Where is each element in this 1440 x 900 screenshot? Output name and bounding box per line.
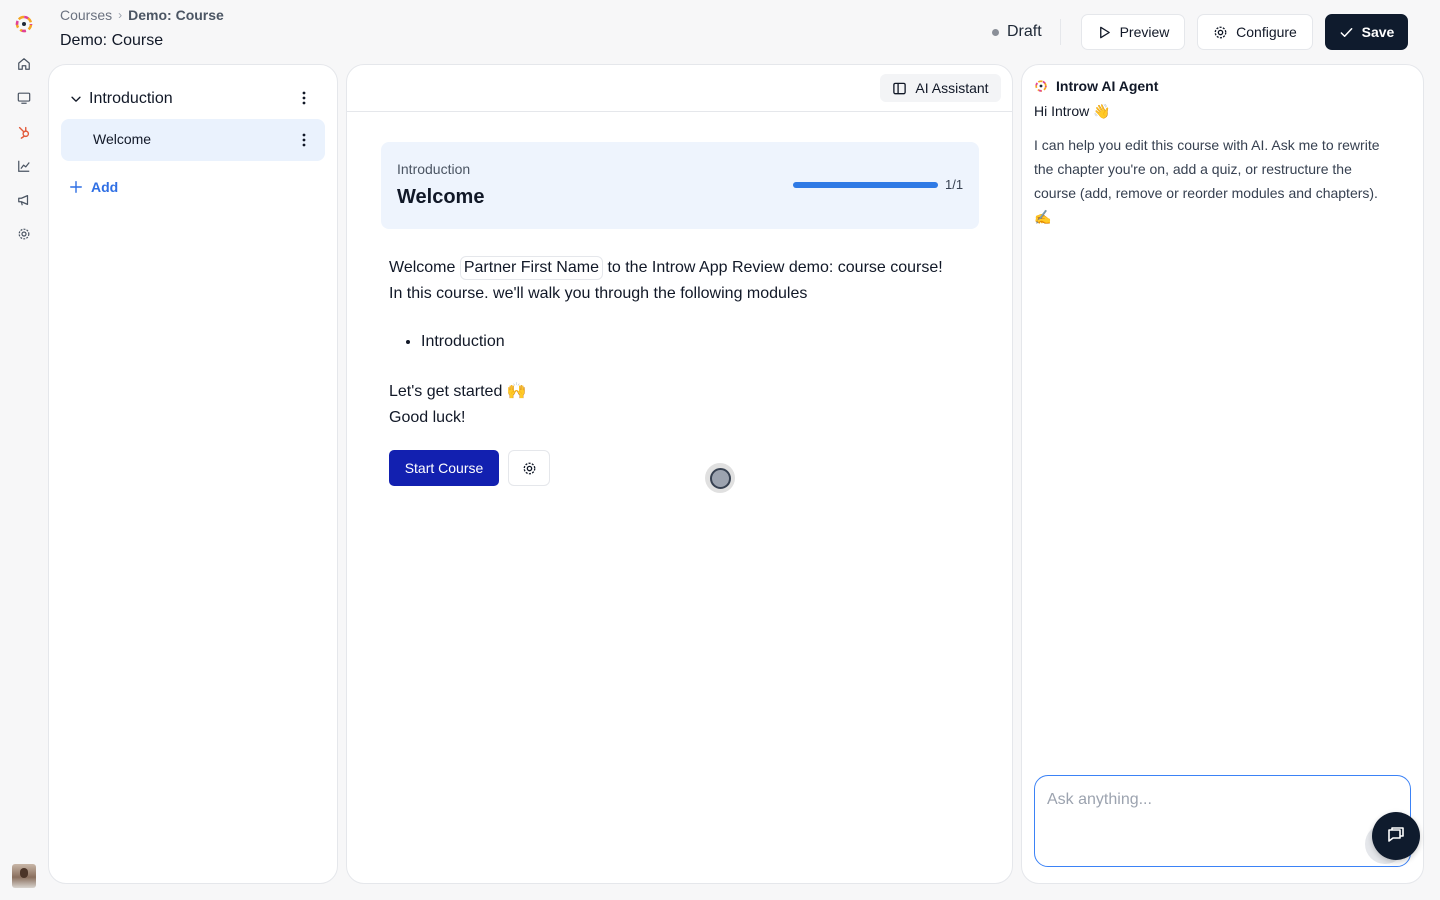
list-item: Introduction — [421, 329, 979, 355]
agent-header: Introw AI Agent — [1034, 78, 1158, 94]
agent-logo-icon — [1035, 80, 1047, 92]
content-text: to the Introw App Review demo: course co… — [607, 259, 943, 276]
ask-input-placeholder: Ask anything... — [1047, 791, 1152, 808]
card-chapter-title: Welcome — [397, 186, 485, 208]
ask-input[interactable]: Ask anything... — [1034, 775, 1411, 867]
status-dot-icon — [992, 28, 999, 36]
editor-toolbar: AI Assistant — [347, 65, 1012, 112]
status-indicator: Draft — [992, 22, 1042, 42]
add-button-label: Add — [91, 179, 119, 195]
content-text: Good luck! — [389, 409, 466, 426]
module-row[interactable]: Introduction — [69, 87, 319, 111]
button-settings-button[interactable] — [508, 450, 550, 486]
left-rail — [0, 0, 48, 900]
agent-message: I can help you edit this course with AI.… — [1034, 137, 1380, 225]
breadcrumb: Courses › Demo: Course — [60, 7, 224, 23]
chat-widget-button[interactable] — [1372, 812, 1420, 860]
user-avatar[interactable] — [12, 864, 36, 888]
chapter-header-card: Introduction Welcome 1/1 — [381, 142, 979, 229]
preview-button[interactable]: Preview — [1081, 14, 1185, 50]
sidebar-toggle-icon — [893, 82, 907, 94]
content-text: Let's get started 🙌 — [389, 383, 527, 400]
preview-button-label: Preview — [1119, 24, 1170, 40]
megaphone-icon[interactable] — [16, 192, 32, 208]
chapter-label: Welcome — [93, 131, 152, 147]
start-course-button[interactable]: Start Course — [389, 450, 499, 486]
chapter-content: Welcome Partner First Name to the Introw… — [389, 255, 979, 431]
ai-assistant-label: AI Assistant — [915, 80, 989, 96]
breadcrumb-separator-icon: › — [118, 8, 123, 22]
plus-icon — [70, 181, 82, 193]
module-menu-icon[interactable] — [296, 90, 312, 106]
agent-title: Introw AI Agent — [1056, 78, 1159, 94]
configure-button[interactable]: Configure — [1197, 14, 1313, 50]
variable-chip[interactable]: Partner First Name — [459, 256, 603, 280]
ai-agent-panel: Introw AI Agent Hi Introw 👋 I can help y… — [1021, 64, 1424, 884]
monitor-icon[interactable] — [16, 90, 32, 106]
content-text: In this course. we'll walk you through t… — [389, 285, 808, 302]
status-label: Draft — [1007, 23, 1042, 40]
content-paragraph-1: Welcome Partner First Name to the Introw… — [389, 255, 979, 307]
brand-logo-icon[interactable] — [14, 14, 34, 34]
home-icon[interactable] — [16, 56, 32, 72]
module-label: Introduction — [89, 90, 173, 107]
content-text: Welcome — [389, 259, 456, 276]
save-button[interactable]: Save — [1325, 14, 1408, 50]
chevron-down-icon[interactable] — [69, 92, 83, 106]
modules-list: Introduction — [421, 329, 979, 355]
agent-greeting: Hi Introw 👋 — [1034, 103, 1111, 119]
chapter-item-welcome[interactable]: Welcome — [61, 119, 325, 161]
breadcrumb-courses-link[interactable]: Courses — [60, 7, 112, 23]
content-paragraph-2: Let's get started 🙌 Good luck! — [389, 379, 979, 431]
chat-icon — [1388, 827, 1404, 842]
gear-icon — [1214, 26, 1227, 38]
progress-bar-fill — [793, 182, 938, 188]
page-title: Demo: Course — [60, 32, 164, 49]
check-icon — [1340, 27, 1353, 37]
breadcrumb-current: Demo: Course — [128, 7, 224, 23]
progress-count: 1/1 — [945, 177, 964, 192]
play-icon — [1099, 26, 1110, 38]
header-divider — [1060, 19, 1061, 45]
mouse-cursor — [705, 463, 735, 493]
analytics-icon[interactable] — [16, 158, 32, 174]
settings-icon[interactable] — [16, 226, 32, 242]
configure-button-label: Configure — [1236, 24, 1297, 40]
gear-icon — [523, 462, 535, 474]
chapter-menu-icon[interactable] — [296, 132, 312, 148]
hubspot-icon[interactable] — [16, 124, 32, 140]
save-button-label: Save — [1361, 24, 1395, 40]
chapter-editor-panel: AI Assistant Introduction Welcome 1/1 We… — [346, 64, 1013, 884]
add-button[interactable]: Add — [69, 179, 118, 195]
course-outline-panel: Introduction Welcome Add — [48, 64, 338, 884]
progress-bar — [793, 182, 938, 188]
ai-assistant-button[interactable]: AI Assistant — [880, 74, 1001, 102]
card-module-name: Introduction — [397, 161, 471, 177]
